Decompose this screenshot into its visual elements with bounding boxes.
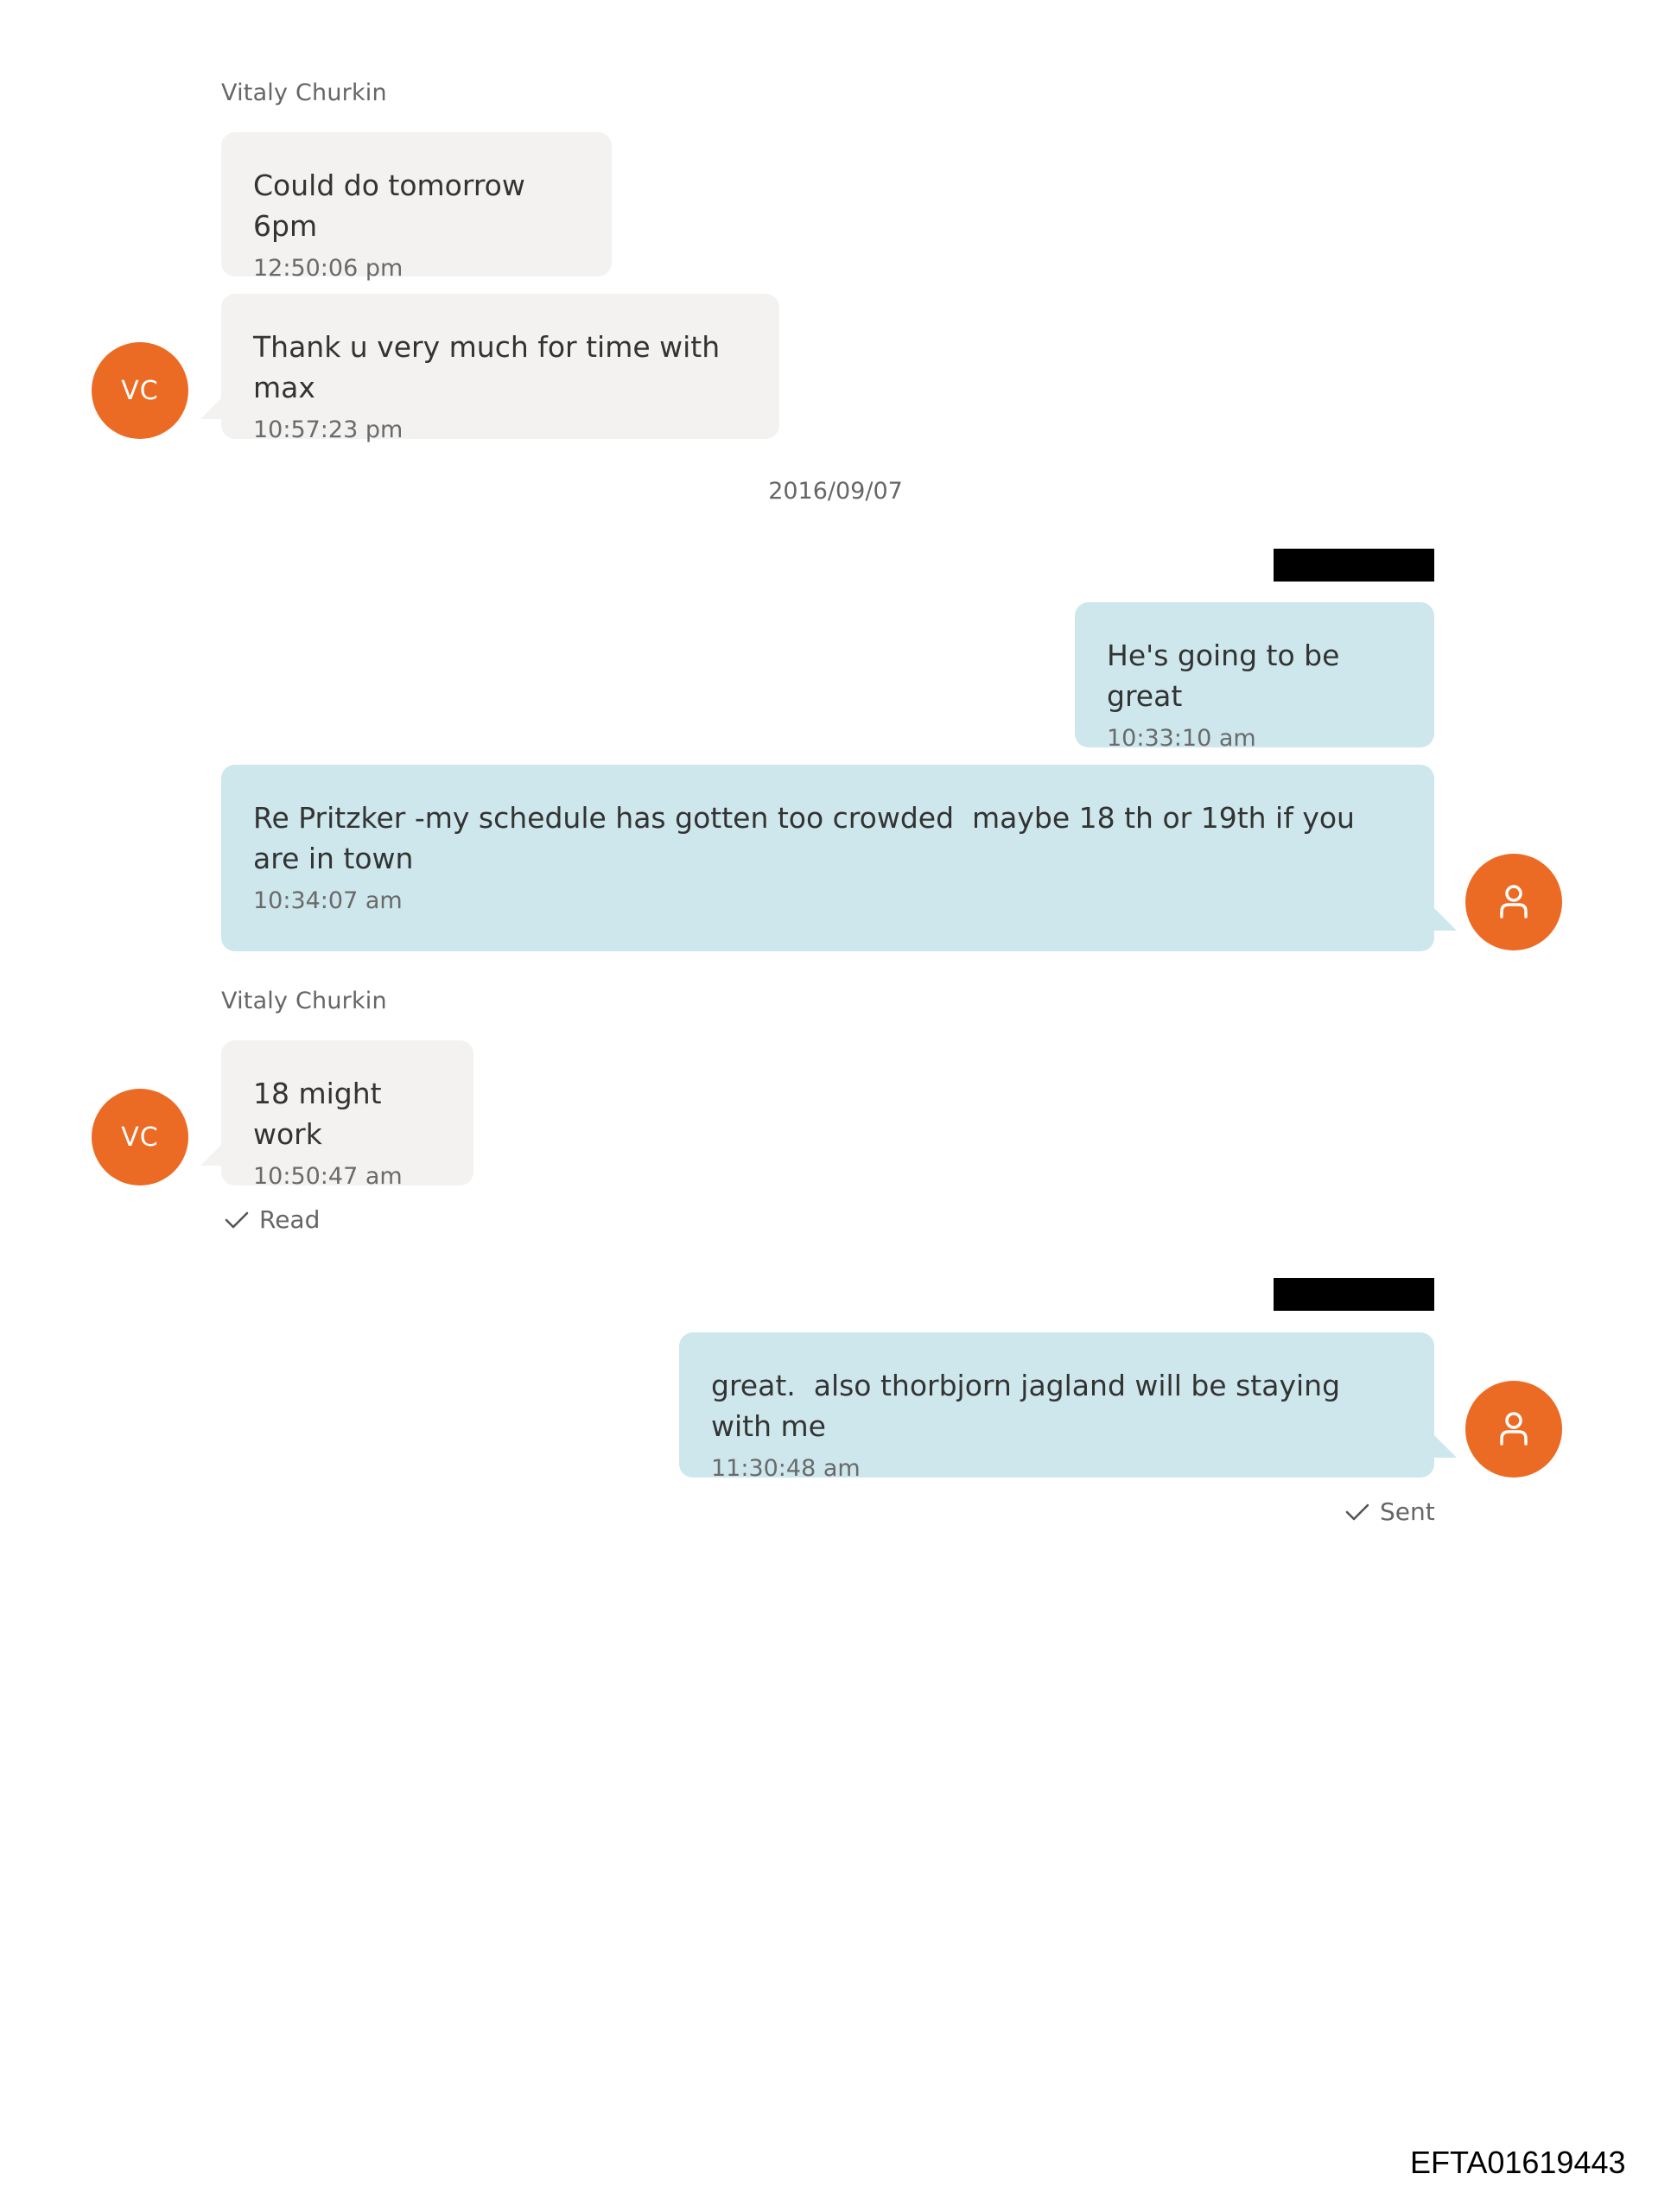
read-status: Read (225, 1205, 320, 1234)
message-bubble-outgoing: great. also thorbjorn jagland will be st… (679, 1332, 1434, 1482)
document-id: EFTA01619443 (1410, 2145, 1626, 2180)
message-text: Could do tomorrow 6pm (253, 168, 535, 243)
message-text: great. also thorbjorn jagland will be st… (711, 1369, 1350, 1443)
avatar[interactable]: VC (92, 342, 188, 439)
status-text: Sent (1380, 1497, 1435, 1526)
message-text: Thank u very much for time with max (253, 330, 729, 404)
date-separator: 2016/09/07 (768, 478, 903, 505)
sent-status: Sent (1345, 1497, 1435, 1526)
avatar-initials: VC (121, 375, 159, 406)
bubble-tail (1434, 1435, 1457, 1458)
message-text: 18 might work (253, 1077, 391, 1151)
avatar[interactable]: VC (92, 1089, 188, 1185)
check-icon (225, 1211, 249, 1228)
message-timestamp: 10:34:07 am (253, 887, 403, 914)
message-text: Re Pritzker -my schedule has gotten too … (253, 801, 1364, 875)
sender-name: Vitaly Churkin (221, 988, 387, 1014)
avatar[interactable] (1465, 854, 1562, 950)
bubble-tail (200, 1143, 223, 1166)
avatar[interactable] (1465, 1381, 1562, 1478)
bubble-tail (1434, 908, 1457, 931)
avatar-initials: VC (121, 1122, 159, 1153)
message-bubble-incoming: Could do tomorrow 6pm 12:50:06 pm (221, 132, 612, 282)
message-bubble-outgoing: He's going to be great 10:33:10 am (1075, 602, 1434, 752)
message-bubble-incoming: 18 might work 10:50:47 am (221, 1040, 473, 1190)
bubble-tail (200, 397, 223, 419)
sender-name: Vitaly Churkin (221, 79, 387, 106)
message-bubble-outgoing: Re Pritzker -my schedule has gotten too … (221, 765, 1434, 951)
message-bubble-incoming: Thank u very much for time with max 10:5… (221, 294, 779, 443)
person-icon (1500, 1412, 1528, 1446)
redacted-sender-name (1274, 1278, 1434, 1311)
message-timestamp: 10:57:23 pm (253, 416, 403, 443)
status-text: Read (259, 1205, 321, 1234)
message-timestamp: 11:30:48 am (711, 1455, 861, 1482)
check-icon (1345, 1503, 1369, 1520)
message-text: He's going to be great (1107, 639, 1349, 713)
person-icon (1500, 885, 1528, 918)
message-timestamp: 12:50:06 pm (253, 255, 403, 282)
redacted-sender-name (1274, 549, 1434, 582)
message-timestamp: 10:33:10 am (1107, 725, 1256, 752)
message-timestamp: 10:50:47 am (253, 1163, 403, 1190)
